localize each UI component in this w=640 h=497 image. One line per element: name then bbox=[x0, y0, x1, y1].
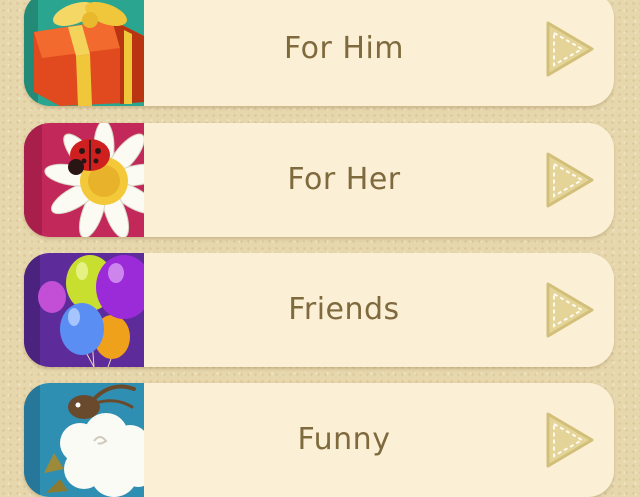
category-item-friends[interactable]: Friends bbox=[24, 253, 614, 367]
category-item-for-him[interactable]: For Him bbox=[24, 0, 614, 106]
category-label: Friends bbox=[288, 292, 400, 327]
category-item-for-her[interactable]: For Her bbox=[24, 123, 614, 237]
category-list: For Him For Her Friends Funny bbox=[0, 0, 640, 497]
play-arrow-icon[interactable] bbox=[542, 280, 596, 340]
category-label: For Her bbox=[287, 162, 401, 197]
play-arrow-icon[interactable] bbox=[542, 19, 596, 79]
gift-box-icon bbox=[24, 0, 144, 106]
play-arrow-icon[interactable] bbox=[542, 410, 596, 470]
balloons-icon bbox=[24, 253, 144, 367]
daisy-ladybug-icon bbox=[24, 123, 144, 237]
play-arrow-icon[interactable] bbox=[542, 150, 596, 210]
category-label: For Him bbox=[283, 31, 405, 66]
